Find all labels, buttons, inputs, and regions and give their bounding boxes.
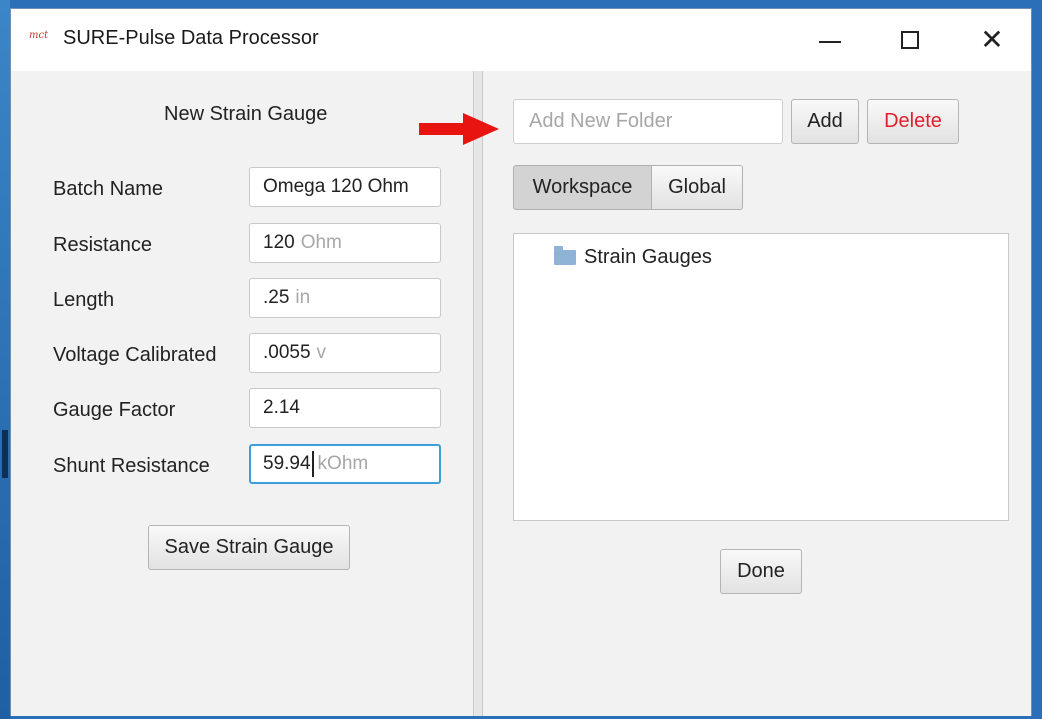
gauge-factor-value: 2.14 <box>263 397 300 418</box>
save-strain-gauge-button[interactable]: Save Strain Gauge <box>148 525 350 570</box>
shunt-resistance-label: Shunt Resistance <box>53 455 210 477</box>
minimize-button[interactable] <box>807 9 853 71</box>
maximize-icon <box>901 31 919 49</box>
length-value: .25 <box>263 287 290 308</box>
resistance-value: 120 <box>263 232 295 253</box>
desktop-background <box>0 0 10 719</box>
resistance-input[interactable]: 120 Ohm <box>249 223 441 263</box>
length-input[interactable]: .25 in <box>249 278 441 318</box>
batch-name-value: Omega 120 Ohm <box>263 176 409 197</box>
window-title: SURE-Pulse Data Processor <box>63 27 319 49</box>
close-button[interactable]: ✕ <box>969 9 1015 71</box>
tab-global[interactable]: Global <box>651 165 743 210</box>
text-caret <box>311 451 314 477</box>
maximize-button[interactable] <box>887 9 933 71</box>
resistance-unit: Ohm <box>300 232 342 253</box>
folder-tree[interactable]: Strain Gauges <box>513 233 1009 521</box>
close-icon: ✕ <box>980 23 1004 56</box>
voltage-calibrated-unit: v <box>316 342 327 363</box>
folder-icon <box>554 245 576 265</box>
voltage-calibrated-input[interactable]: .0055 v <box>249 333 441 373</box>
batch-name-input[interactable]: Omega 120 Ohm <box>249 167 441 207</box>
shunt-resistance-value: 59.94 <box>263 453 311 474</box>
gauge-factor-input[interactable]: 2.14 <box>249 388 441 428</box>
shunt-resistance-input[interactable]: 59.94 kOhm <box>249 444 441 484</box>
desktop-edge-mark <box>2 430 8 478</box>
length-label: Length <box>53 289 115 311</box>
resistance-label: Resistance <box>53 234 152 256</box>
red-arrow-annotation-icon <box>419 113 499 145</box>
split-pane-divider[interactable] <box>473 71 483 716</box>
title-bar[interactable]: mct SURE-Pulse Data Processor ✕ <box>11 9 1031 72</box>
new-folder-input[interactable]: Add New Folder <box>513 99 783 144</box>
new-folder-placeholder: Add New Folder <box>529 110 673 132</box>
length-unit: in <box>295 287 311 308</box>
app-window: mct SURE-Pulse Data Processor ✕ New Stra… <box>10 8 1032 716</box>
strain-gauge-form: New Strain Gauge Batch Name Omega 120 Oh… <box>11 71 473 716</box>
tab-workspace[interactable]: Workspace <box>513 165 652 210</box>
folder-manager: Add New Folder Add Delete Workspace Glob… <box>483 71 1031 716</box>
tree-item-label: Strain Gauges <box>584 245 712 268</box>
gauge-factor-label: Gauge Factor <box>53 399 176 421</box>
shunt-resistance-unit: kOhm <box>317 453 369 474</box>
done-button[interactable]: Done <box>720 549 802 594</box>
tree-item-strain-gauges[interactable]: Strain Gauges <box>554 242 712 272</box>
voltage-calibrated-value: .0055 <box>263 342 311 363</box>
add-folder-button[interactable]: Add <box>791 99 859 144</box>
voltage-calibrated-label: Voltage Calibrated <box>53 344 217 366</box>
app-logo-icon: mct <box>29 30 49 41</box>
form-title: New Strain Gauge <box>164 103 328 125</box>
minimize-icon <box>819 41 841 43</box>
batch-name-label: Batch Name <box>53 178 164 200</box>
delete-folder-button[interactable]: Delete <box>867 99 959 144</box>
